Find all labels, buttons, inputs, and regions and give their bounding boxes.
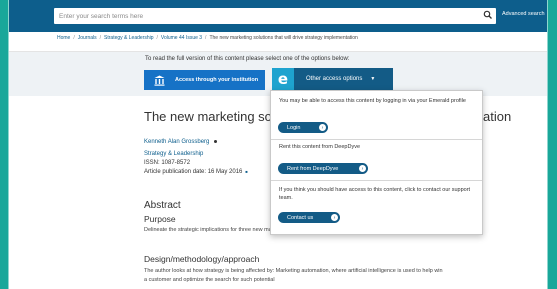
purpose-heading: Purpose — [144, 214, 176, 224]
advanced-search-link[interactable]: Advanced search — [502, 11, 545, 17]
breadcrumb-journals[interactable]: Journals — [78, 35, 97, 41]
journal-link[interactable]: Strategy & Leadership — [144, 151, 203, 157]
arrow-right-icon: › — [319, 124, 326, 131]
rent-button-label: Rent from DeepDyve — [287, 165, 339, 172]
breadcrumb-home[interactable]: Home — [57, 35, 70, 41]
rent-deepdyve-button[interactable]: Rent from DeepDyve › — [278, 163, 368, 174]
article-title: The new marketing solut — [144, 109, 286, 124]
contact-button-label: Contact us — [287, 214, 314, 221]
dropdown-divider — [271, 139, 482, 140]
author-marker-icon — [214, 139, 218, 143]
contact-text: If you think you should have access to t… — [279, 187, 471, 201]
design-heading: Design/methodology/approach — [144, 254, 260, 264]
search-icon[interactable] — [483, 10, 493, 20]
breadcrumb-journal[interactable]: Strategy & Leadership — [104, 35, 153, 41]
breadcrumb-separator: / — [73, 35, 75, 41]
rent-text: Rent this content from DeepDyve — [279, 144, 361, 150]
institution-access-button[interactable]: Access through your institution — [144, 70, 265, 90]
login-button[interactable]: Login › — [278, 122, 328, 133]
dropdown-divider — [271, 180, 482, 181]
breadcrumb-bar: Home / Journals / Strategy & Leadership … — [9, 32, 547, 52]
other-access-options-button[interactable]: e Other access options ▼ — [272, 68, 393, 90]
article-title-tail: ation — [483, 109, 512, 124]
other-access-label: Other access options — [306, 76, 363, 82]
login-button-label: Login — [287, 124, 301, 131]
publication-date: Article publication date: 16 May 2016 — [144, 169, 243, 175]
access-notice: To read the full version of this content… — [145, 56, 350, 62]
truncated-link-icon[interactable]: ■ — [245, 169, 247, 174]
abstract-heading: Abstract — [144, 200, 181, 211]
emerald-logo-icon: e — [272, 68, 294, 90]
breadcrumb-separator: / — [205, 35, 207, 41]
contact-us-button[interactable]: Contact us › — [278, 212, 340, 223]
arrow-right-icon: › — [359, 165, 366, 172]
browser-screen: Advanced search Home / Journals / Strate… — [9, 0, 547, 289]
breadcrumb-separator: / — [156, 35, 158, 41]
chevron-down-icon: ▼ — [370, 76, 376, 82]
breadcrumb-current: The new marketing solutions that will dr… — [209, 35, 358, 41]
breadcrumb: Home / Journals / Strategy & Leadership … — [57, 35, 358, 41]
breadcrumb-issue[interactable]: Volume 44 Issue 3 — [161, 35, 202, 41]
breadcrumb-separator: / — [99, 35, 102, 41]
institution-access-label: Access through your institution — [175, 77, 259, 83]
search-input[interactable] — [54, 8, 496, 24]
arrow-right-icon: › — [331, 214, 338, 221]
author-link[interactable]: Kenneth Alan Grossberg — [144, 139, 209, 145]
institution-icon — [154, 75, 165, 86]
design-text: The author looks at how strategy is bein… — [144, 268, 443, 283]
other-access-dropdown: You may be able to access this content b… — [270, 90, 483, 235]
author-row: Kenneth Alan Grossberg — [144, 139, 218, 145]
issn: ISSN: 1087-8572 — [144, 160, 191, 166]
top-header: Advanced search — [9, 0, 547, 32]
login-text: You may be able to access this content b… — [279, 98, 466, 104]
publication-date-row: Article publication date: 16 May 2016 ■ — [144, 169, 248, 175]
